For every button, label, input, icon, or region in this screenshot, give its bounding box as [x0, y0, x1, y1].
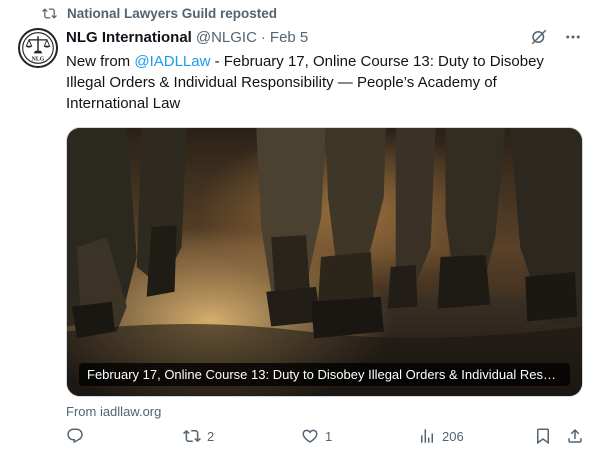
bookmark-button[interactable]	[534, 427, 552, 445]
tweet-header: NLG International @NLGIC · Feb 5	[66, 26, 582, 48]
like-button[interactable]: 1	[301, 427, 332, 445]
action-bar: 2 1 206	[66, 427, 586, 447]
repost-label: National Lawyers Guild reposted	[67, 6, 278, 21]
mention-link[interactable]: @IADLLaw	[134, 53, 210, 70]
scales-of-justice-logo: NLG	[22, 32, 54, 64]
reply-icon	[67, 428, 83, 444]
tweet-content: NLG International @NLGIC · Feb 5 New fro…	[66, 26, 583, 419]
share-button[interactable]	[566, 427, 584, 445]
tweet-prefix: New from	[66, 53, 135, 70]
views-icon	[421, 429, 433, 443]
avatar[interactable]: NLG	[18, 28, 58, 68]
like-count: 1	[325, 428, 333, 444]
author-handle[interactable]: @NLGIC	[196, 29, 257, 46]
author-name[interactable]: NLG International	[66, 29, 192, 46]
reply-button[interactable]	[66, 427, 84, 445]
tweet-text: New from @IADLLaw - February 17, Online …	[66, 51, 566, 114]
link-card-caption[interactable]: February 17, Online Course 13: Duty to D…	[79, 363, 570, 386]
more-icon[interactable]	[564, 28, 582, 46]
separator: ·	[260, 28, 266, 46]
grok-icon[interactable]	[530, 28, 548, 46]
header-icons	[514, 28, 582, 46]
repost-icon	[42, 8, 57, 19]
link-source[interactable]: From iadllaw.org	[66, 404, 582, 419]
soldiers-marching-boots-photo	[67, 128, 582, 396]
heart-icon	[302, 429, 318, 443]
share-icon	[568, 428, 582, 443]
views-count: 206	[442, 428, 464, 444]
views-button[interactable]: 206	[418, 427, 464, 445]
retweet-button[interactable]: 2	[183, 427, 214, 445]
repost-header[interactable]: National Lawyers Guild reposted	[42, 6, 277, 21]
timestamp[interactable]: Feb 5	[270, 29, 308, 46]
retweet-count: 2	[207, 428, 215, 444]
svg-text:NLG: NLG	[32, 57, 45, 63]
bookmark-icon	[537, 428, 549, 445]
retweet-icon	[183, 429, 201, 443]
link-card-image[interactable]: February 17, Online Course 13: Duty to D…	[66, 127, 583, 397]
